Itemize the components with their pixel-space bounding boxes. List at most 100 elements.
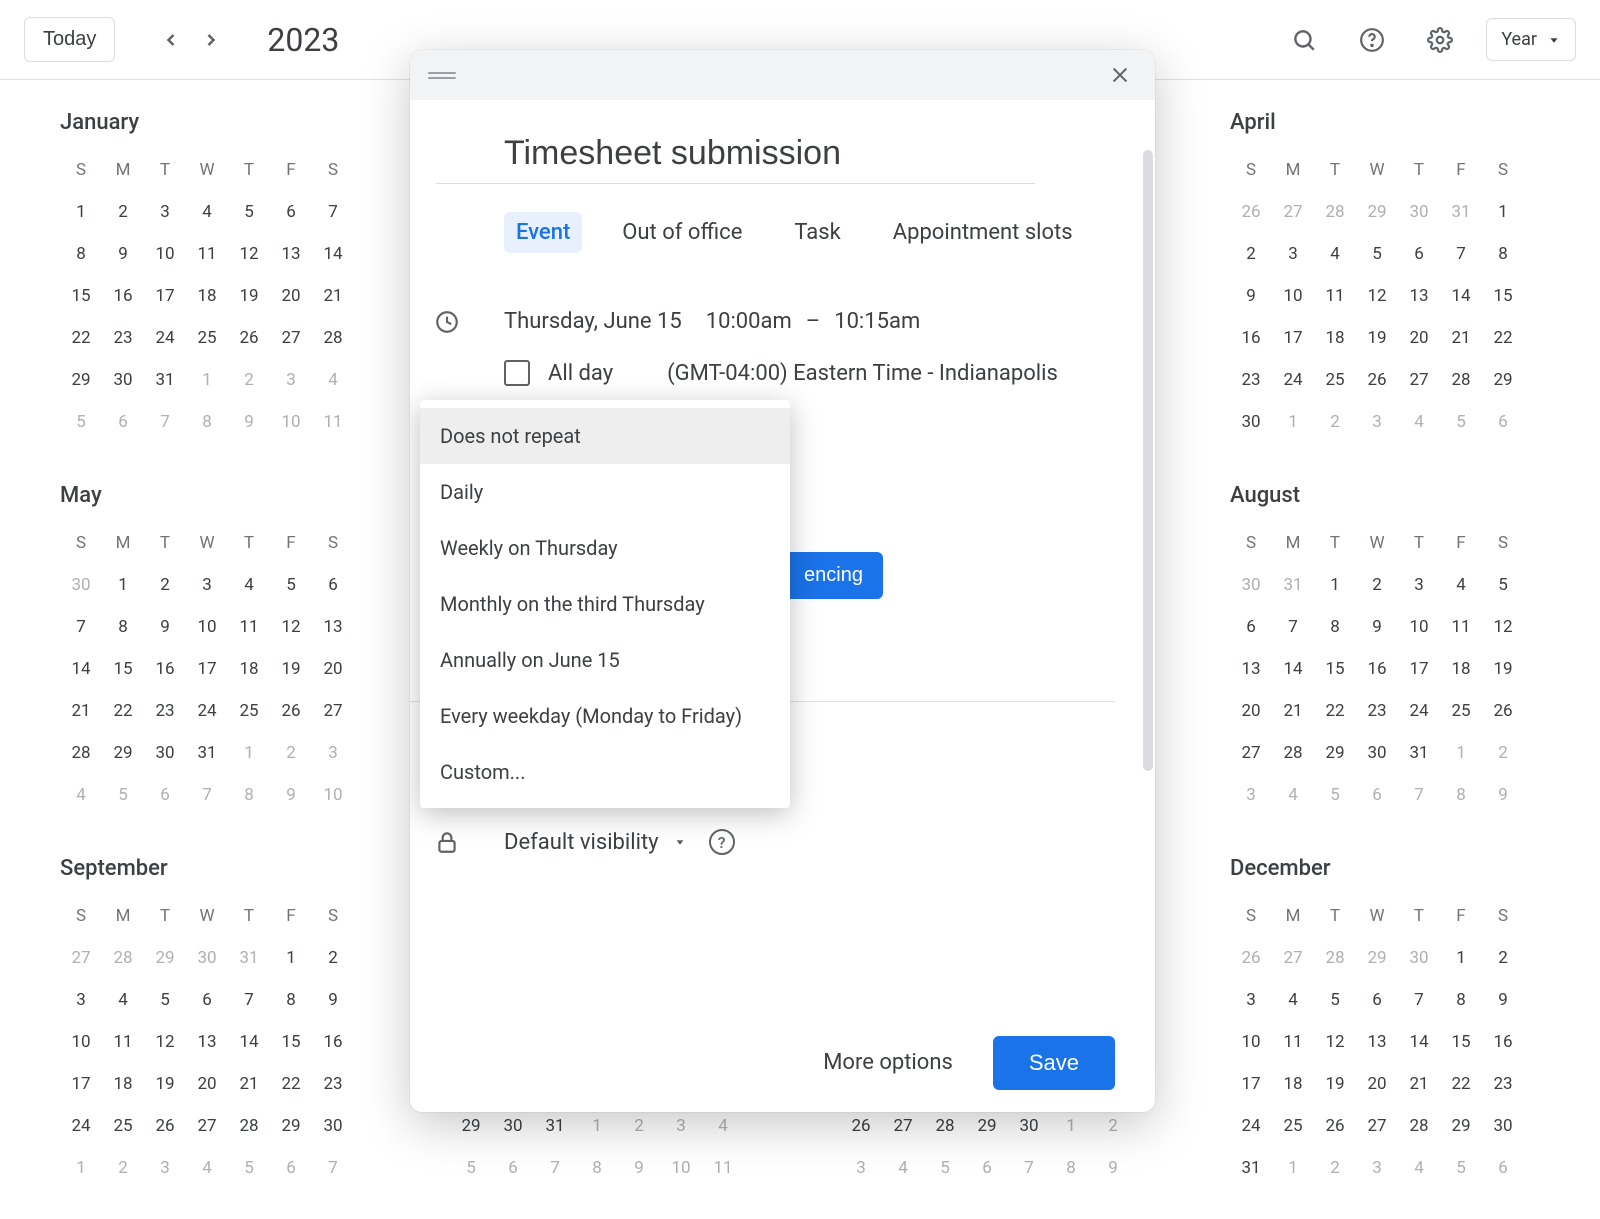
day-cell[interactable]: 30 — [312, 1105, 354, 1147]
day-cell[interactable]: 5 — [1440, 1147, 1482, 1189]
timezone-field[interactable]: (GMT-04:00) Eastern Time - Indianapolis — [667, 361, 1058, 386]
help-button[interactable] — [1350, 18, 1394, 62]
day-cell[interactable]: 5 — [228, 191, 270, 233]
day-cell[interactable]: 28 — [1314, 191, 1356, 233]
day-cell[interactable]: 3 — [270, 359, 312, 401]
day-cell[interactable]: 16 — [312, 1021, 354, 1063]
day-cell[interactable]: 8 — [186, 401, 228, 443]
day-cell[interactable]: 25 — [186, 317, 228, 359]
day-cell[interactable]: 7 — [186, 774, 228, 816]
day-cell[interactable]: 3 — [1356, 1147, 1398, 1189]
day-cell[interactable]: 14 — [60, 648, 102, 690]
repeat-option-does-not-repeat[interactable]: Does not repeat — [420, 408, 790, 464]
day-cell[interactable]: 13 — [1398, 275, 1440, 317]
day-cell[interactable]: 27 — [312, 690, 354, 732]
day-cell[interactable]: 2 — [1356, 564, 1398, 606]
day-cell[interactable]: 22 — [1482, 317, 1524, 359]
day-cell[interactable]: 19 — [1314, 1063, 1356, 1105]
day-cell[interactable]: 26 — [270, 690, 312, 732]
day-cell[interactable]: 9 — [618, 1147, 660, 1189]
next-year-button[interactable] — [191, 20, 231, 60]
tab-out-of-office[interactable]: Out of office — [610, 212, 754, 253]
day-cell[interactable]: 7 — [1008, 1147, 1050, 1189]
day-cell[interactable]: 22 — [270, 1063, 312, 1105]
day-cell[interactable]: 20 — [1398, 317, 1440, 359]
visibility-select[interactable]: Default visibility — [504, 830, 659, 855]
search-button[interactable] — [1282, 18, 1326, 62]
day-cell[interactable]: 11 — [702, 1147, 744, 1189]
day-cell[interactable]: 6 — [492, 1147, 534, 1189]
day-cell[interactable]: 28 — [312, 317, 354, 359]
day-cell[interactable]: 12 — [1482, 606, 1524, 648]
day-cell[interactable]: 8 — [1314, 606, 1356, 648]
day-cell[interactable]: 30 — [60, 564, 102, 606]
day-cell[interactable]: 18 — [1440, 648, 1482, 690]
day-cell[interactable]: 20 — [1356, 1063, 1398, 1105]
day-cell[interactable]: 12 — [144, 1021, 186, 1063]
day-cell[interactable]: 21 — [1272, 690, 1314, 732]
day-cell[interactable]: 1 — [1440, 937, 1482, 979]
tab-event[interactable]: Event — [504, 212, 582, 253]
day-cell[interactable]: 1 — [102, 564, 144, 606]
day-cell[interactable]: 10 — [1272, 275, 1314, 317]
repeat-option-weekly[interactable]: Weekly on Thursday — [420, 520, 790, 576]
day-cell[interactable]: 28 — [1314, 937, 1356, 979]
day-cell[interactable]: 18 — [1272, 1063, 1314, 1105]
day-cell[interactable]: 29 — [1482, 359, 1524, 401]
day-cell[interactable]: 7 — [144, 401, 186, 443]
day-cell[interactable]: 1 — [1272, 1147, 1314, 1189]
day-cell[interactable]: 16 — [1482, 1021, 1524, 1063]
day-cell[interactable]: 31 — [1272, 564, 1314, 606]
day-cell[interactable]: 3 — [1356, 401, 1398, 443]
day-cell[interactable]: 29 — [1314, 732, 1356, 774]
day-cell[interactable]: 20 — [186, 1063, 228, 1105]
day-cell[interactable]: 30 — [1230, 564, 1272, 606]
day-cell[interactable]: 16 — [1230, 317, 1272, 359]
day-cell[interactable]: 25 — [102, 1105, 144, 1147]
day-cell[interactable]: 28 — [102, 937, 144, 979]
day-cell[interactable]: 13 — [312, 606, 354, 648]
day-cell[interactable]: 27 — [1272, 191, 1314, 233]
day-cell[interactable]: 30 — [102, 359, 144, 401]
day-cell[interactable]: 17 — [1230, 1063, 1272, 1105]
day-cell[interactable]: 19 — [228, 275, 270, 317]
day-cell[interactable]: 5 — [144, 979, 186, 1021]
day-cell[interactable]: 11 — [102, 1021, 144, 1063]
repeat-option-monthly[interactable]: Monthly on the third Thursday — [420, 576, 790, 632]
day-cell[interactable]: 27 — [186, 1105, 228, 1147]
today-button[interactable]: Today — [24, 17, 115, 62]
day-cell[interactable]: 31 — [144, 359, 186, 401]
day-cell[interactable]: 29 — [1356, 937, 1398, 979]
day-cell[interactable]: 19 — [270, 648, 312, 690]
day-cell[interactable]: 11 — [1314, 275, 1356, 317]
day-cell[interactable]: 5 — [228, 1147, 270, 1189]
day-cell[interactable]: 2 — [144, 564, 186, 606]
day-cell[interactable]: 23 — [1230, 359, 1272, 401]
day-cell[interactable]: 15 — [102, 648, 144, 690]
day-cell[interactable]: 24 — [144, 317, 186, 359]
day-cell[interactable]: 10 — [270, 401, 312, 443]
dialog-titlebar[interactable] — [410, 50, 1155, 100]
day-cell[interactable]: 5 — [924, 1147, 966, 1189]
day-cell[interactable]: 2 — [1230, 233, 1272, 275]
day-cell[interactable]: 4 — [102, 979, 144, 1021]
day-cell[interactable]: 29 — [102, 732, 144, 774]
day-cell[interactable]: 7 — [312, 191, 354, 233]
day-cell[interactable]: 9 — [144, 606, 186, 648]
day-cell[interactable]: 29 — [144, 937, 186, 979]
day-cell[interactable]: 30 — [186, 937, 228, 979]
day-cell[interactable]: 27 — [60, 937, 102, 979]
day-cell[interactable]: 11 — [312, 401, 354, 443]
day-cell[interactable]: 24 — [1398, 690, 1440, 732]
day-cell[interactable]: 8 — [228, 774, 270, 816]
day-cell[interactable]: 9 — [270, 774, 312, 816]
day-cell[interactable]: 4 — [1440, 564, 1482, 606]
day-cell[interactable]: 17 — [1272, 317, 1314, 359]
day-cell[interactable]: 8 — [270, 979, 312, 1021]
day-cell[interactable]: 31 — [1230, 1147, 1272, 1189]
event-end-time-field[interactable]: 10:15am — [834, 309, 920, 334]
day-cell[interactable]: 4 — [60, 774, 102, 816]
day-cell[interactable]: 5 — [450, 1147, 492, 1189]
day-cell[interactable]: 30 — [1230, 401, 1272, 443]
day-cell[interactable]: 26 — [1230, 191, 1272, 233]
